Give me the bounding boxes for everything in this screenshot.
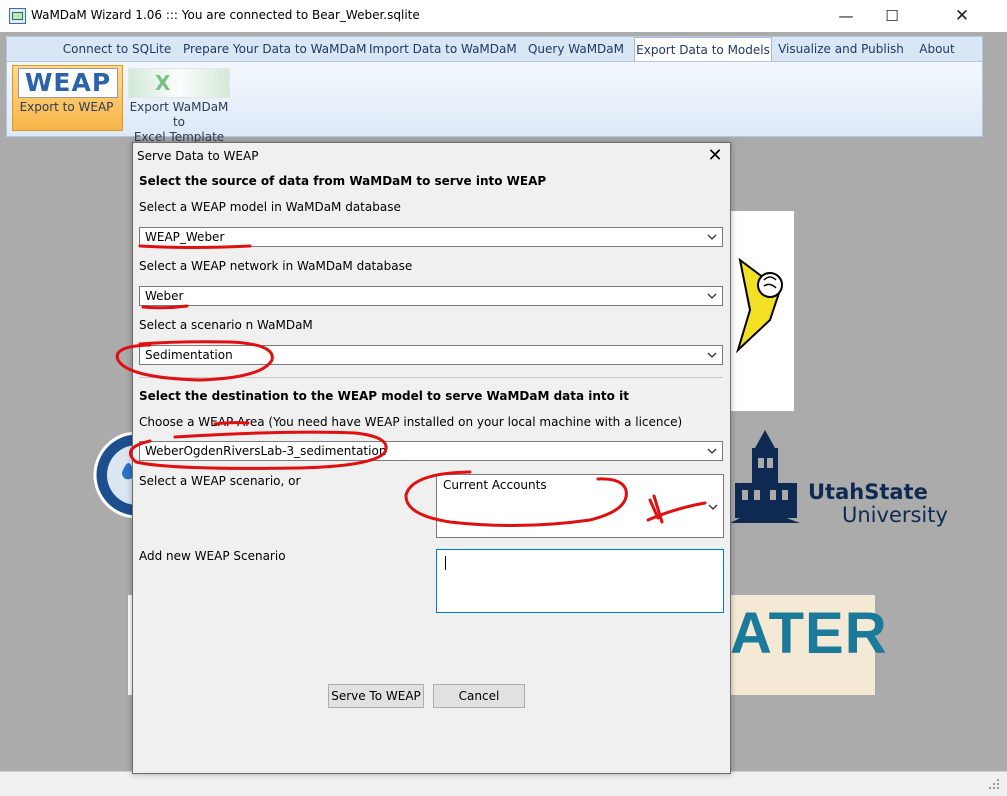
new-scenario-label: Add new WEAP Scenario <box>139 549 286 563</box>
cancel-button[interactable]: Cancel <box>433 684 525 708</box>
minimize-button[interactable]: — <box>823 0 869 32</box>
weap-scenario-select-value: Current Accounts <box>443 478 547 492</box>
ribbon-tab-strip: Connect to SQLite Prepare Your Data to W… <box>6 36 983 63</box>
chevron-down-icon <box>707 352 717 358</box>
new-scenario-input[interactable] <box>436 549 724 613</box>
maximize-button[interactable]: ☐ <box>869 0 915 32</box>
serve-to-weap-button[interactable]: Serve To WEAP <box>328 684 424 708</box>
tab-connect-sqlite[interactable]: Connect to SQLite <box>61 37 173 62</box>
status-bar <box>0 771 1007 796</box>
excel-logo-text: X <box>155 71 173 95</box>
cartoon-star-icon <box>735 257 783 354</box>
scenario-select[interactable]: Sedimentation <box>139 345 723 365</box>
usu-tower-icon <box>730 430 800 523</box>
tab-visualize-publish[interactable]: Visualize and Publish <box>778 37 904 62</box>
chevron-down-icon <box>707 293 717 299</box>
tab-prepare-data[interactable]: Prepare Your Data to WaMDaM <box>183 37 366 62</box>
close-window-button[interactable]: ✕ <box>939 0 985 32</box>
weap-area-select[interactable]: WeberOgdenRiversLab-3_sedimentation <box>139 441 723 461</box>
app-icon <box>9 8 26 24</box>
scenario-label: Select a scenario n WaMDaM <box>139 318 313 332</box>
tab-import-data[interactable]: Import Data to WaMDaM <box>369 37 517 62</box>
text-caret <box>445 556 446 570</box>
water-logo-text: ATER <box>730 601 888 666</box>
serve-data-dialog: Serve Data to WEAP ✕ Select the source o… <box>132 142 731 774</box>
resize-grip-icon[interactable] <box>988 778 1000 790</box>
chevron-down-icon <box>707 234 717 240</box>
export-to-excel-button[interactable]: Export WaMDaM to Excel Template <box>122 100 236 145</box>
dialog-title: Serve Data to WEAP <box>137 149 259 163</box>
tab-about[interactable]: About <box>912 37 962 62</box>
weap-logo-icon: WEAP <box>18 68 118 98</box>
weap-scenario-label: Select a WEAP scenario, or <box>139 474 301 488</box>
utah-water-logo-icon <box>93 431 137 519</box>
model-select[interactable]: WEAP_Weber <box>139 227 723 247</box>
window-title: WaMDaM Wizard 1.06 ::: You are connected… <box>31 8 420 22</box>
usu-logo-line2: University <box>842 503 948 527</box>
title-bar: WaMDaM Wizard 1.06 ::: You are connected… <box>0 0 1007 32</box>
network-label: Select a WEAP network in WaMDaM database <box>139 259 413 273</box>
source-section-header: Select the source of data from WaMDaM to… <box>139 174 547 188</box>
usu-logo-line1: UtahState <box>808 480 928 504</box>
model-select-value: WEAP_Weber <box>145 230 225 244</box>
network-select[interactable]: Weber <box>139 286 723 306</box>
network-select-value: Weber <box>145 289 184 303</box>
tab-query-wamdam[interactable]: Query WaMDaM <box>526 37 626 62</box>
export-to-weap-label: Export to WEAP <box>19 100 114 114</box>
chevron-down-icon <box>707 448 717 454</box>
destination-section-header: Select the destination to the WEAP model… <box>139 389 629 403</box>
chevron-down-icon <box>708 504 718 510</box>
model-label: Select a WEAP model in WaMDaM database <box>139 200 401 214</box>
weap-scenario-select[interactable]: Current Accounts <box>436 474 724 538</box>
scenario-select-value: Sedimentation <box>145 348 233 362</box>
weap-area-select-value: WeberOgdenRiversLab-3_sedimentation <box>145 444 387 458</box>
export-to-excel-label-line1: Export WaMDaM to <box>129 100 229 129</box>
weap-area-label: Choose a WEAP Area (You need have WEAP i… <box>139 415 683 429</box>
weap-logo-text: WEAP <box>24 68 112 97</box>
section-divider <box>139 377 723 378</box>
tab-export-data-to-models[interactable]: Export Data to Models <box>634 37 772 63</box>
dialog-close-button[interactable]: ✕ <box>701 143 729 169</box>
excel-logo-icon[interactable]: X <box>128 68 230 98</box>
